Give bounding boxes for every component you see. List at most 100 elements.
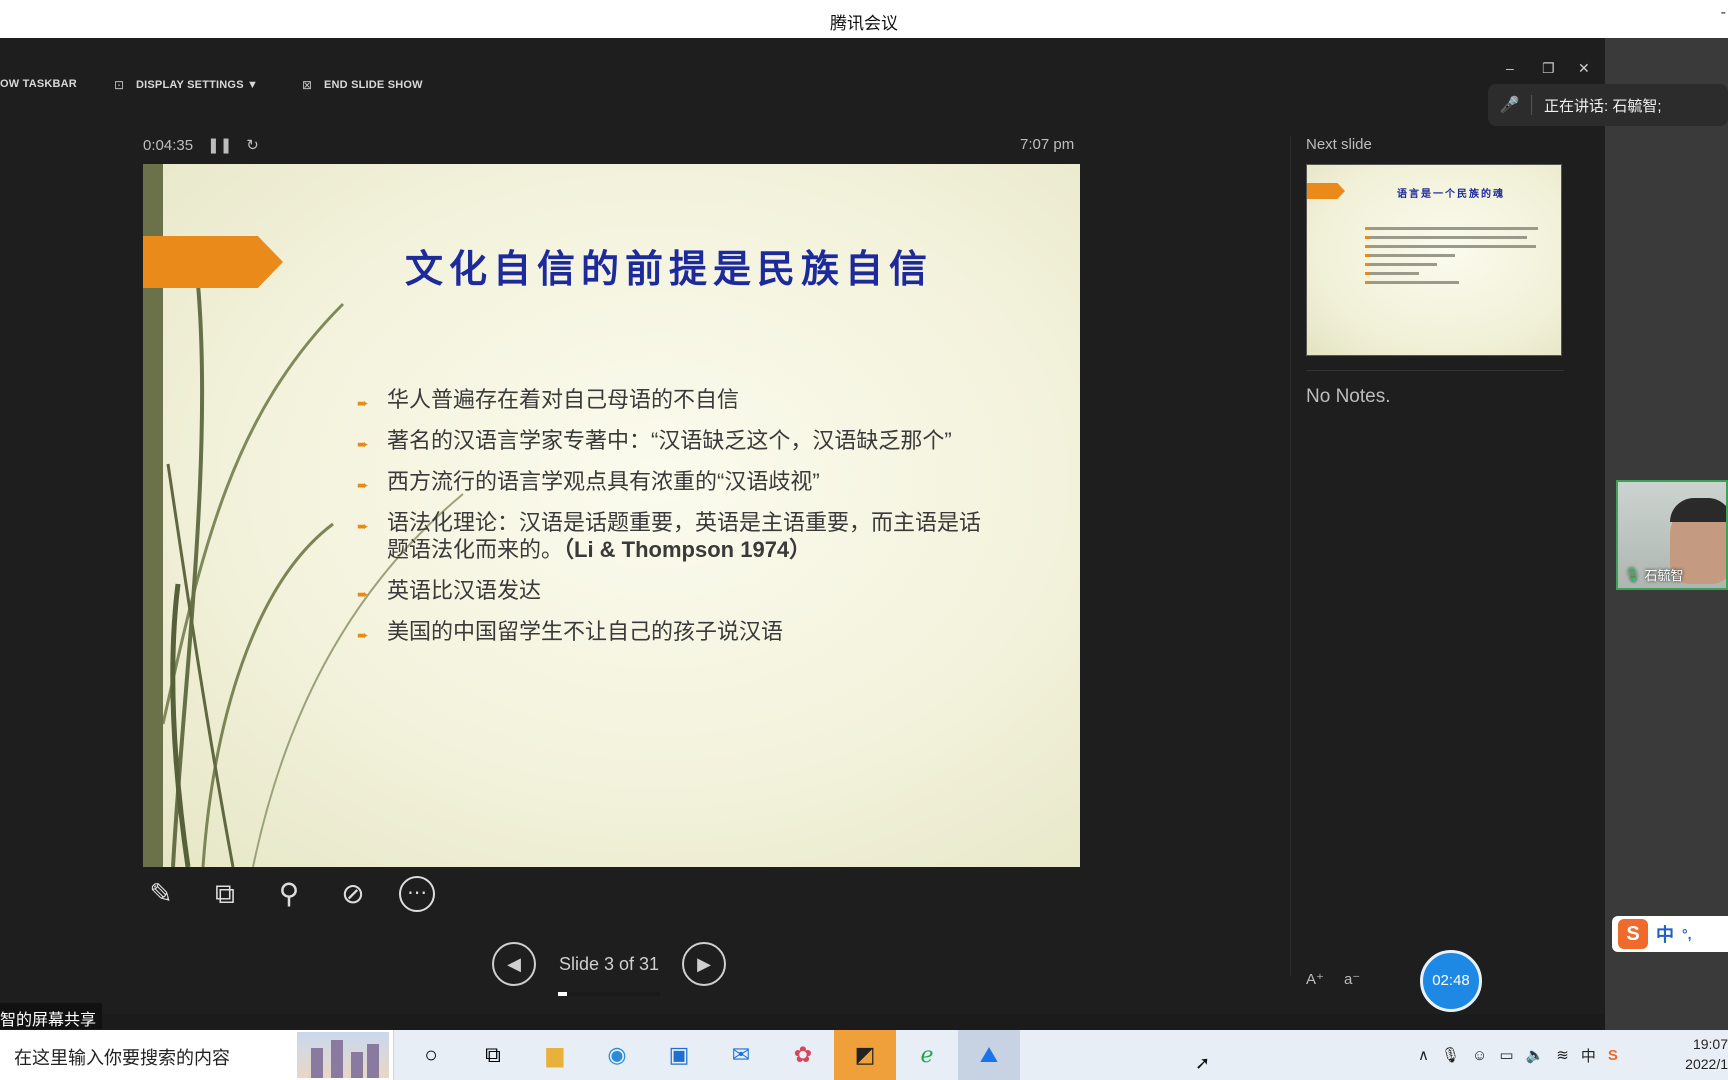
slide-progress-fill: [558, 991, 568, 996]
bullet-item: ➨ 西方流行的语言学观点具有浓重的“汉语歧视”: [357, 469, 820, 494]
black-screen-icon[interactable]: ⊘: [335, 876, 371, 912]
participant-hair: [1670, 498, 1726, 522]
search-placeholder: 在这里输入你要搜索的内容: [14, 1048, 230, 1068]
ie-icon[interactable]: ℯ: [896, 1030, 958, 1080]
bullet-item: ➨ 著名的汉语言学家专著中：“汉语缺乏这个，汉语缺乏那个”: [357, 428, 952, 453]
taskbar-search[interactable]: 在这里输入你要搜索的内容: [0, 1030, 394, 1080]
meeting-timer[interactable]: 02:48: [1420, 950, 1482, 1012]
screen-share-label: 智的屏幕共享: [0, 1003, 103, 1029]
bullet-item: ➨ 英语比汉语发达: [357, 578, 542, 603]
file-explorer-icon[interactable]: ▆: [524, 1030, 586, 1080]
thumb-text-lines: [1365, 227, 1545, 290]
end-show-icon: ⊠: [302, 78, 313, 92]
citation: （Li & Thompson 1974）: [563, 537, 812, 562]
bullet-arrow-icon: ➨: [357, 518, 369, 534]
pause-icon[interactable]: ❚❚: [207, 136, 232, 154]
app-titlebar: 腾讯会议 -: [0, 0, 1728, 38]
task-view-icon[interactable]: ⧉: [462, 1030, 524, 1080]
sogou-tray-icon[interactable]: S: [1608, 1047, 1618, 1064]
taskbar-date: 2022/1: [1685, 1056, 1728, 1072]
slide-title: 文化自信的前提是民族自信: [405, 246, 934, 291]
display-settings-label: DISPLAY SETTINGS ▼: [136, 79, 259, 91]
bullet-item: ➨ 美国的中国留学生不让自己的孩子说汉语: [357, 619, 784, 644]
muted-mic-icon: 🎤: [1488, 95, 1532, 115]
next-slide-thumbnail[interactable]: 语言是一个民族的魂: [1306, 164, 1562, 356]
slide-counter: Slide 3 of 31: [554, 953, 664, 996]
current-time: 7:07 pm: [1020, 136, 1075, 153]
bullet-arrow-icon: ➨: [357, 395, 369, 411]
app-title: 腾讯会议: [830, 14, 898, 33]
browser-icon[interactable]: ✿: [772, 1030, 834, 1080]
ime-toolbar[interactable]: S 中 °,: [1612, 916, 1728, 952]
notes-separator: [1306, 370, 1564, 371]
minimize-button[interactable]: -: [1721, 4, 1726, 22]
end-slide-show-label: END SLIDE SHOW: [324, 79, 423, 91]
display-settings-icon: ⊡: [114, 78, 125, 92]
display-settings-button[interactable]: ⊡ DISPLAY SETTINGS ▼: [114, 78, 258, 92]
show-taskbar-label: OW TASKBAR: [0, 78, 77, 90]
edge-icon[interactable]: ◉: [586, 1030, 648, 1080]
slide-navigation: ◀ Slide 3 of 31 ▶: [492, 942, 726, 996]
presenter-minimize-icon[interactable]: –: [1506, 60, 1514, 76]
volume-icon[interactable]: 🔈: [1526, 1046, 1545, 1064]
sticky-notes-icon[interactable]: ◩: [834, 1030, 896, 1080]
bullet-arrow-icon: ➨: [357, 627, 369, 643]
presenter-close-icon[interactable]: ✕: [1578, 60, 1590, 77]
bullet-item: ➨ 华人普遍存在着对自己母语的不自信: [357, 387, 740, 412]
end-slide-show-button[interactable]: ⊠ END SLIDE SHOW: [302, 78, 423, 92]
taskbar-apps: ○ ⧉ ▆ ◉ ▣ ✉ ✿ ◩ ℯ ⛰: [400, 1030, 1020, 1080]
elapsed-timer: 0:04:35 ❚❚ ↻: [143, 136, 259, 155]
decrease-font-icon[interactable]: a⁻: [1344, 970, 1360, 988]
increase-font-icon[interactable]: A⁺: [1306, 970, 1324, 988]
taskbar-clock[interactable]: 19:07 2022/1: [1676, 1034, 1728, 1074]
bullet-arrow-icon: ➨: [357, 477, 369, 493]
thumb-orange-arrow: [1307, 183, 1345, 199]
next-slide-label: Next slide: [1306, 136, 1372, 153]
bullet-arrow-icon: ➨: [357, 586, 369, 602]
system-tray: ∧ 🎙 ☺ ▭ 🔈 ≋ 中 S: [1418, 1030, 1618, 1080]
next-slide-title: 语言是一个民族的魂: [1397, 189, 1505, 200]
see-all-slides-icon[interactable]: ⧉: [207, 876, 243, 912]
bullet-arrow-icon: ➨: [357, 436, 369, 452]
tray-expand-icon[interactable]: ∧: [1418, 1046, 1429, 1064]
ime-punctuation[interactable]: °,: [1682, 926, 1692, 942]
speaker-notes: No Notes.: [1306, 386, 1391, 407]
zoom-icon[interactable]: ⚲: [271, 876, 307, 912]
presenter-tools: ✎ ⧉ ⚲ ⊘ ⋯: [143, 876, 435, 912]
previous-slide-button[interactable]: ◀: [492, 942, 536, 986]
more-options-icon[interactable]: ⋯: [399, 876, 435, 912]
mail-icon[interactable]: ✉: [710, 1030, 772, 1080]
cortana-icon[interactable]: ○: [400, 1030, 462, 1080]
tencent-meeting-icon[interactable]: ⛰: [958, 1030, 1020, 1080]
next-slide-button[interactable]: ▶: [682, 942, 726, 986]
reset-timer-icon[interactable]: ↻: [246, 136, 259, 154]
show-taskbar-button[interactable]: OW TASKBAR: [0, 78, 77, 90]
windows-taskbar: 在这里输入你要搜索的内容 ○ ⧉ ▆ ◉ ▣ ✉ ✿ ◩ ℯ ⛰ ∧ 🎙 ☺ ▭…: [0, 1030, 1728, 1080]
mic-active-icon: 🎙: [1624, 566, 1641, 582]
pane-divider[interactable]: [1290, 136, 1291, 976]
pen-icon[interactable]: ✎: [143, 876, 179, 912]
slide-orange-arrow: [143, 236, 283, 288]
bullet-item: ➨ 语法化理论：汉语是话题重要，英语是主语重要，而主语是话题语法化而来的。（Li …: [357, 510, 982, 562]
search-highlight-image: [297, 1032, 389, 1078]
slide-progress-bar: [558, 991, 660, 996]
elapsed-time: 0:04:35: [143, 136, 194, 154]
speaking-indicator: 🎤 正在讲话: 石毓智;: [1488, 84, 1728, 126]
mouse-cursor-icon: ➚: [1195, 1053, 1211, 1073]
battery-icon[interactable]: ▭: [1499, 1046, 1513, 1064]
sogou-ime-icon: S: [1618, 919, 1648, 949]
participant-name-tag: 🎙 石毓智: [1624, 565, 1684, 584]
participant-video-tile[interactable]: 🎙 石毓智: [1616, 480, 1728, 590]
slide-counter-text: Slide 3 of 31: [558, 953, 660, 974]
ime-mode[interactable]: 中: [1656, 921, 1674, 947]
participant-name: 石毓智: [1644, 568, 1684, 583]
presenter-toolbar: OW TASKBAR ⊡ DISPLAY SETTINGS ▼ ⊠ END SL…: [0, 38, 1605, 106]
wifi-icon[interactable]: ≋: [1556, 1046, 1569, 1064]
presenter-restore-icon[interactable]: ❐: [1542, 60, 1555, 77]
current-slide[interactable]: 文化自信的前提是民族自信 ➨ 华人普遍存在着对自己母语的不自信 ➨ 著名的汉语言学家…: [143, 164, 1080, 867]
qq-icon[interactable]: ☺: [1472, 1047, 1487, 1064]
taskbar-time: 19:07: [1692, 1036, 1728, 1052]
input-language-icon[interactable]: 中: [1581, 1045, 1596, 1066]
store-icon[interactable]: ▣: [648, 1030, 710, 1080]
microphone-icon[interactable]: 🎙: [1441, 1046, 1460, 1064]
